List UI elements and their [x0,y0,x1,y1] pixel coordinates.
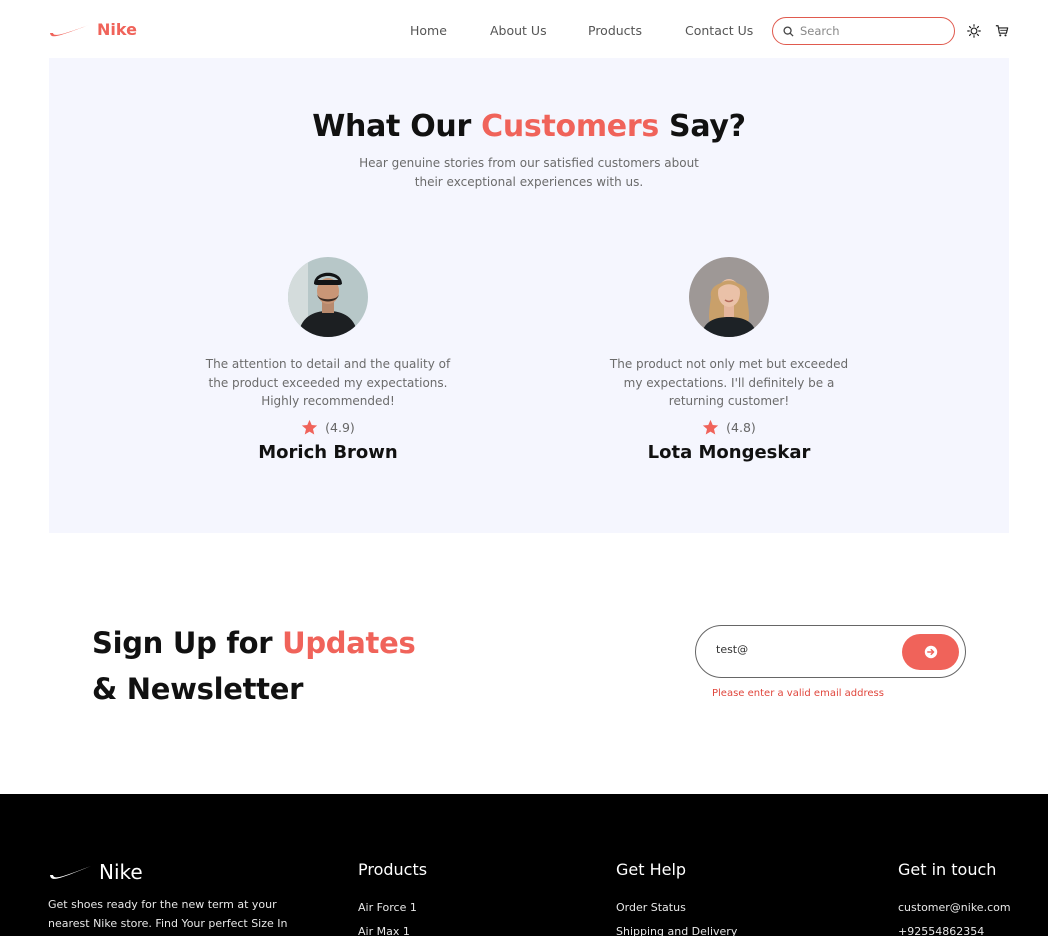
footer-products-column: Products Air Force 1 Air Max 1 [358,860,427,936]
newsletter-title: Sign Up for Updates & Newsletter [92,626,416,706]
review-rating: (4.8) [599,419,859,436]
review-card: The attention to detail and the quality … [198,257,458,463]
swoosh-icon [50,866,91,879]
footer-link-air-max-1[interactable]: Air Max 1 [358,920,427,936]
review-quote: The attention to detail and the quality … [205,357,451,408]
nav-about-us[interactable]: About Us [490,23,547,38]
testimonials-subtitle: Hear genuine stories from our satisfied … [359,156,699,189]
footer-link-air-force-1[interactable]: Air Force 1 [358,896,427,920]
review-rating: (4.9) [198,419,458,436]
subscribe-button[interactable] [902,634,959,670]
review-card: The product not only met but exceeded my… [599,257,859,463]
footer-heading: Get in touch [898,860,997,879]
search-box[interactable] [772,17,955,45]
site-footer: Nike Get shoes ready for the new term at… [0,794,1048,936]
email-error-message: Please enter a valid email address [712,688,884,699]
search-icon [783,25,794,37]
nav-contact-us[interactable]: Contact Us [685,23,753,38]
footer-link-shipping[interactable]: Shipping and Delivery [616,920,737,936]
footer-logo[interactable]: Nike [48,860,143,884]
cart-icon[interactable] [995,24,1009,38]
footer-description: Get shoes ready for the new term at your… [48,898,288,930]
customer-name: Lota Mongeskar [647,441,811,463]
avatar [689,257,769,337]
email-input[interactable] [716,643,886,656]
rating-value: (4.9) [325,419,355,435]
star-icon [302,419,318,434]
review-quote: The product not only met but exceeded my… [609,357,849,408]
footer-contact-column: Get in touch customer@nike.com +92554862… [898,860,1011,936]
customer-name: Morich Brown [258,441,398,463]
footer-heading: Get Help [616,860,687,879]
nav-home[interactable]: Home [410,23,447,38]
footer-link-order-status[interactable]: Order Status [616,896,737,920]
footer-brand-name: Nike [99,860,143,884]
sun-icon[interactable] [967,24,981,38]
star-icon [703,419,719,434]
avatar [288,257,368,337]
arrow-right-circle-icon [924,645,937,659]
nav-products[interactable]: Products [588,23,642,38]
rating-value: (4.8) [726,419,756,435]
footer-link-phone[interactable]: +92554862354 [898,920,1011,936]
footer-help-column: Get Help Order Status Shipping and Deliv… [616,860,737,936]
search-input[interactable] [800,24,940,38]
newsletter-form [695,625,966,678]
testimonials-section: What Our Customers Say? Hear genuine sto… [49,58,1009,533]
footer-link-email[interactable]: customer@nike.com [898,896,1011,920]
testimonials-title: What Our Customers Say? [312,109,746,144]
footer-heading: Products [358,860,428,879]
site-header: Nike Home About Us Products Contact Us [0,0,1048,58]
